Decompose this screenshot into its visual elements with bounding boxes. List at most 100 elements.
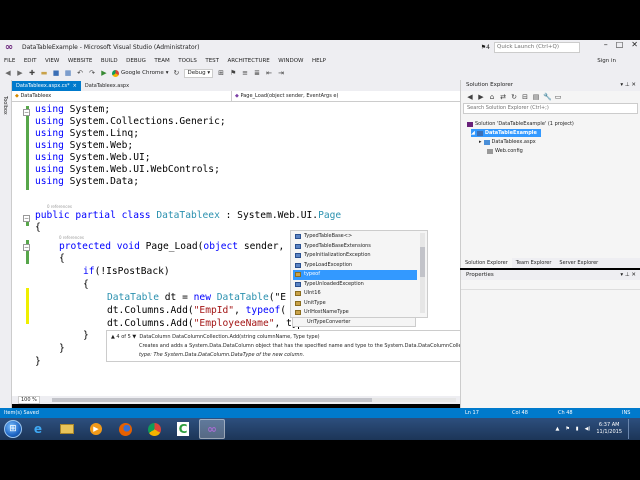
completion-item[interactable]: UInt16 xyxy=(293,289,417,299)
completion-item[interactable]: TypedTableBaseExtensions xyxy=(293,242,417,252)
overload-counter[interactable]: ▲ 4 of 5 ▼ xyxy=(111,334,136,340)
taskbar-firefox[interactable] xyxy=(112,419,138,439)
solution-search-input[interactable]: Search Solution Explorer (Ctrl+;) xyxy=(463,103,638,114)
menu-website[interactable]: WEBSITE xyxy=(68,58,93,64)
undo-icon[interactable]: ↶ xyxy=(76,69,84,77)
notification-flag-icon[interactable]: ⚑4 xyxy=(481,44,490,51)
taskbar-camtasia[interactable]: C xyxy=(170,419,196,439)
completion-item[interactable]: TypeUnloadedException xyxy=(293,280,417,290)
browser-selector[interactable]: Google Chrome ▾ xyxy=(112,69,168,77)
collapse-toggle-icon[interactable]: − xyxy=(23,215,30,222)
completion-item[interactable]: TypedTableBase<> xyxy=(293,232,417,242)
flag-icon[interactable]: ⚑ xyxy=(565,426,569,432)
completion-item-selected[interactable]: typeof xyxy=(293,270,417,280)
start-button[interactable]: ⊞ xyxy=(4,420,22,438)
back-icon[interactable]: ◀ xyxy=(466,93,474,101)
tab-datatableex-aspx-cs[interactable]: DataTableex.aspx.cs* × xyxy=(12,81,81,91)
redo-icon[interactable]: ↷ xyxy=(88,69,96,77)
intellisense-scrollbar[interactable] xyxy=(420,233,425,313)
class-dropdown[interactable]: ◆ DataTableex xyxy=(12,91,232,101)
properties-icon[interactable]: 🔧 xyxy=(543,93,552,101)
home-icon[interactable]: ⌂ xyxy=(488,93,496,101)
refresh-icon[interactable]: ↻ xyxy=(510,93,518,101)
menu-window[interactable]: WINDOW xyxy=(278,58,303,64)
tab-solution-explorer[interactable]: Solution Explorer xyxy=(461,258,512,268)
close-tab-icon[interactable]: × xyxy=(73,81,77,91)
tab-server-explorer[interactable]: Server Explorer xyxy=(555,258,602,268)
sign-in-link[interactable]: Sign in xyxy=(597,58,616,64)
expand-icon[interactable]: ▸ xyxy=(479,138,482,146)
menu-test[interactable]: TEST xyxy=(205,58,219,64)
bookmark-icon[interactable]: ⚑ xyxy=(229,69,237,77)
close-icon[interactable]: ✕ xyxy=(631,40,638,49)
save-icon[interactable]: ■ xyxy=(52,69,60,77)
outdent-icon[interactable]: ⇤ xyxy=(265,69,273,77)
quick-launch-input[interactable]: Quick Launch (Ctrl+Q) xyxy=(494,42,580,53)
completion-item[interactable]: UrlHostNameType xyxy=(293,308,417,318)
network-icon[interactable]: ▮ xyxy=(576,426,579,432)
completion-item[interactable]: UriTypeConverter xyxy=(292,318,416,327)
tab-datatableex-aspx[interactable]: DataTableex.aspx xyxy=(81,81,133,91)
code-lens-references[interactable]: 0 references xyxy=(47,204,72,209)
comment-icon[interactable]: ≡ xyxy=(241,69,249,77)
start-icon[interactable]: ▶ xyxy=(100,69,108,77)
taskbar-visual-studio[interactable]: ∞ xyxy=(199,419,225,439)
menu-help[interactable]: HELP xyxy=(312,58,326,64)
back-icon[interactable]: ◀ xyxy=(4,69,12,77)
pin-icon[interactable]: ▾ ⊥ xyxy=(620,82,629,88)
menu-debug[interactable]: DEBUG xyxy=(126,58,146,64)
minimize-icon[interactable]: – xyxy=(604,40,608,49)
tree-item-file[interactable]: Web.config xyxy=(487,147,523,155)
collapse-toggle-icon[interactable]: − xyxy=(23,109,30,116)
close-icon[interactable]: ✕ xyxy=(631,272,636,278)
code-lens-references[interactable]: 0 references xyxy=(59,235,84,240)
toolbox-tab[interactable]: Toolbox xyxy=(2,96,8,115)
forward-icon[interactable]: ▶ xyxy=(16,69,24,77)
zoom-level-select[interactable]: 100 % xyxy=(18,396,40,404)
taskbar-ie[interactable]: e xyxy=(25,419,51,439)
taskbar-media-player[interactable]: ▶ xyxy=(83,419,109,439)
scrollbar-thumb[interactable] xyxy=(52,398,372,402)
refresh-icon[interactable]: ↻ xyxy=(172,69,180,77)
show-desktop-button[interactable] xyxy=(628,419,634,439)
volume-icon[interactable]: ◀) xyxy=(585,426,591,432)
menu-architecture[interactable]: ARCHITECTURE xyxy=(228,58,270,64)
maximize-icon[interactable]: □ xyxy=(616,40,624,49)
tree-item-solution[interactable]: Solution 'DataTableExample' (1 project) xyxy=(467,120,574,128)
menu-edit[interactable]: EDIT xyxy=(24,58,37,64)
scrollbar-thumb[interactable] xyxy=(420,247,425,277)
new-project-icon[interactable]: ✚ xyxy=(28,69,36,77)
save-all-icon[interactable]: ▦ xyxy=(64,69,72,77)
indent-icon[interactable]: ⇥ xyxy=(277,69,285,77)
open-file-icon[interactable]: ▬ xyxy=(40,69,48,77)
show-hidden-icons-icon[interactable]: ▲ xyxy=(555,426,559,432)
taskbar-chrome[interactable] xyxy=(141,419,167,439)
tab-team-explorer[interactable]: Team Explorer xyxy=(512,258,556,268)
configuration-select[interactable]: Debug ▾ xyxy=(184,68,214,78)
tree-item-project[interactable]: ◢ DataTableExample xyxy=(471,129,541,137)
show-all-files-icon[interactable]: ▤ xyxy=(532,93,540,101)
tree-item-file[interactable]: ▸ DataTableex.aspx xyxy=(479,138,536,146)
toolbar-icon[interactable]: ⊞ xyxy=(217,69,225,77)
menu-file[interactable]: FILE xyxy=(4,58,15,64)
menu-build[interactable]: BUILD xyxy=(101,58,118,64)
close-icon[interactable]: ✕ xyxy=(631,82,636,88)
completion-item[interactable]: TypeLoadException xyxy=(293,261,417,271)
completion-item[interactable]: UnitType xyxy=(293,299,417,309)
expand-icon[interactable]: ◢ xyxy=(471,129,475,137)
completion-item[interactable]: TypeInitializationException xyxy=(293,251,417,261)
member-dropdown[interactable]: ◆ Page_Load(object sender, EventArgs e) xyxy=(232,91,460,101)
uncomment-icon[interactable]: ≣ xyxy=(253,69,261,77)
clock[interactable]: 6:37 AM 11/1/2015 xyxy=(596,422,622,436)
collapse-all-icon[interactable]: ⊟ xyxy=(521,93,529,101)
menu-team[interactable]: TEAM xyxy=(154,58,169,64)
preview-icon[interactable]: ▭ xyxy=(554,93,562,101)
menu-view[interactable]: VIEW xyxy=(45,58,59,64)
forward-icon[interactable]: ▶ xyxy=(477,93,485,101)
sync-icon[interactable]: ⇄ xyxy=(499,93,507,101)
taskbar-explorer[interactable] xyxy=(54,419,80,439)
collapse-toggle-icon[interactable]: − xyxy=(23,244,30,251)
pin-icon[interactable]: ▾ ⊥ xyxy=(620,272,629,278)
horizontal-scrollbar[interactable] xyxy=(52,398,456,402)
menu-tools[interactable]: TOOLS xyxy=(178,58,197,64)
